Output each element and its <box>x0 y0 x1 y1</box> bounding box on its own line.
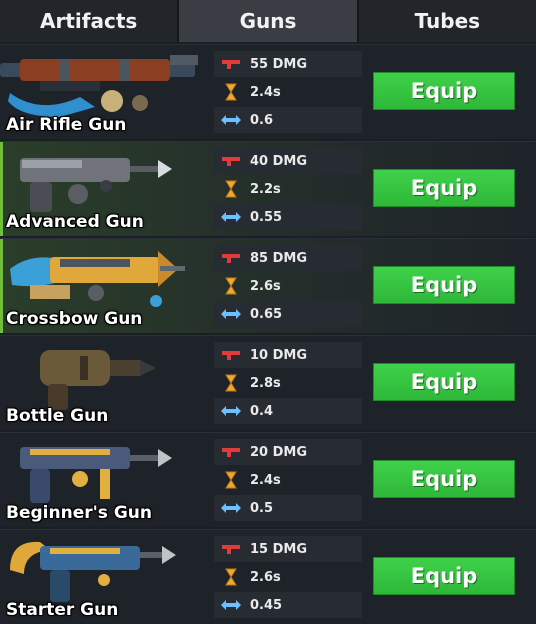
gun-name: Bottle Gun <box>6 406 109 426</box>
damage-value: 10 DMG <box>250 347 308 363</box>
reload-value: 2.2s <box>250 181 281 197</box>
advanced-gun-image <box>20 158 172 212</box>
gun-row: Bottle Gun 10 DMG 2.8s 0.4 Equip <box>0 335 536 430</box>
double-arrow-icon <box>220 502 242 514</box>
gun-row: Crossbow Gun 85 DMG 2.6s 0.65 Equip <box>0 238 536 333</box>
reload-stat: 2.2s <box>214 176 362 202</box>
hourglass-icon <box>220 180 242 198</box>
gun-name: Starter Gun <box>6 600 119 620</box>
hourglass-icon <box>220 374 242 392</box>
reload-stat: 2.4s <box>214 79 362 105</box>
range-stat: 0.45 <box>214 592 362 618</box>
damage-value: 55 DMG <box>250 56 308 72</box>
damage-stat: 55 DMG <box>214 51 362 77</box>
red-gun-icon <box>220 155 242 167</box>
gun-row: Advanced Gun 40 DMG 2.2s 0.55 Equip <box>0 141 536 236</box>
damage-stat: 85 DMG <box>214 245 362 271</box>
red-gun-icon <box>220 58 242 70</box>
tab-tubes[interactable]: Tubes <box>358 0 536 42</box>
starter-gun-image <box>10 541 176 602</box>
equip-button[interactable]: Equip <box>373 72 515 110</box>
gun-row: Air Rifle Gun 55 DMG 2.4s 0.6 Equip <box>0 44 536 139</box>
damage-stat: 15 DMG <box>214 536 362 562</box>
range-stat: 0.55 <box>214 204 362 230</box>
gun-name: Advanced Gun <box>6 212 144 232</box>
equip-button[interactable]: Equip <box>373 169 515 207</box>
tab-guns[interactable]: Guns <box>179 0 359 42</box>
hourglass-icon <box>220 568 242 586</box>
equip-button[interactable]: Equip <box>373 363 515 401</box>
equip-button[interactable]: Equip <box>373 460 515 498</box>
air-rifle-gun-image <box>0 55 198 117</box>
double-arrow-icon <box>220 599 242 611</box>
reload-value: 2.8s <box>250 375 281 391</box>
range-value: 0.45 <box>250 597 283 613</box>
reload-value: 2.4s <box>250 84 281 100</box>
double-arrow-icon <box>220 308 242 320</box>
gun-list: Air Rifle Gun 55 DMG 2.4s 0.6 Equip Adva… <box>0 44 536 624</box>
tab-artifacts[interactable]: Artifacts <box>0 0 180 42</box>
double-arrow-icon <box>220 405 242 417</box>
damage-value: 20 DMG <box>250 444 308 460</box>
range-stat: 0.4 <box>214 398 362 424</box>
reload-stat: 2.6s <box>214 564 362 590</box>
reload-stat: 2.6s <box>214 273 362 299</box>
hourglass-icon <box>220 471 242 489</box>
equip-button[interactable]: Equip <box>373 557 515 595</box>
red-gun-icon <box>220 446 242 458</box>
gun-name: Crossbow Gun <box>6 309 143 329</box>
damage-stat: 40 DMG <box>214 148 362 174</box>
double-arrow-icon <box>220 211 242 223</box>
reload-value: 2.6s <box>250 278 281 294</box>
range-value: 0.6 <box>250 112 274 128</box>
range-value: 0.55 <box>250 209 283 225</box>
damage-stat: 10 DMG <box>214 342 362 368</box>
equip-button[interactable]: Equip <box>373 266 515 304</box>
damage-stat: 20 DMG <box>214 439 362 465</box>
damage-value: 85 DMG <box>250 250 308 266</box>
reload-value: 2.4s <box>250 472 281 488</box>
double-arrow-icon <box>220 114 242 126</box>
red-gun-icon <box>220 349 242 361</box>
reload-stat: 2.4s <box>214 467 362 493</box>
beginners-gun-image <box>20 447 172 503</box>
hourglass-icon <box>220 277 242 295</box>
damage-value: 40 DMG <box>250 153 308 169</box>
reload-stat: 2.8s <box>214 370 362 396</box>
damage-value: 15 DMG <box>250 541 308 557</box>
tab-bar: Artifacts Guns Tubes <box>0 0 536 42</box>
reload-value: 2.6s <box>250 569 281 585</box>
red-gun-icon <box>220 543 242 555</box>
hourglass-icon <box>220 83 242 101</box>
bottle-gun-image <box>40 350 156 410</box>
range-value: 0.4 <box>250 403 274 419</box>
range-value: 0.5 <box>250 500 274 516</box>
gun-name: Beginner's Gun <box>6 503 153 523</box>
range-stat: 0.65 <box>214 301 362 327</box>
range-value: 0.65 <box>250 306 283 322</box>
gun-row: Beginner's Gun 20 DMG 2.4s 0.5 Equip <box>0 432 536 527</box>
red-gun-icon <box>220 252 242 264</box>
range-stat: 0.6 <box>214 107 362 133</box>
gun-row: Starter Gun 15 DMG 2.6s 0.45 Equip <box>0 529 536 624</box>
gun-name: Air Rifle Gun <box>6 115 127 135</box>
crossbow-gun-image <box>10 251 185 307</box>
range-stat: 0.5 <box>214 495 362 521</box>
